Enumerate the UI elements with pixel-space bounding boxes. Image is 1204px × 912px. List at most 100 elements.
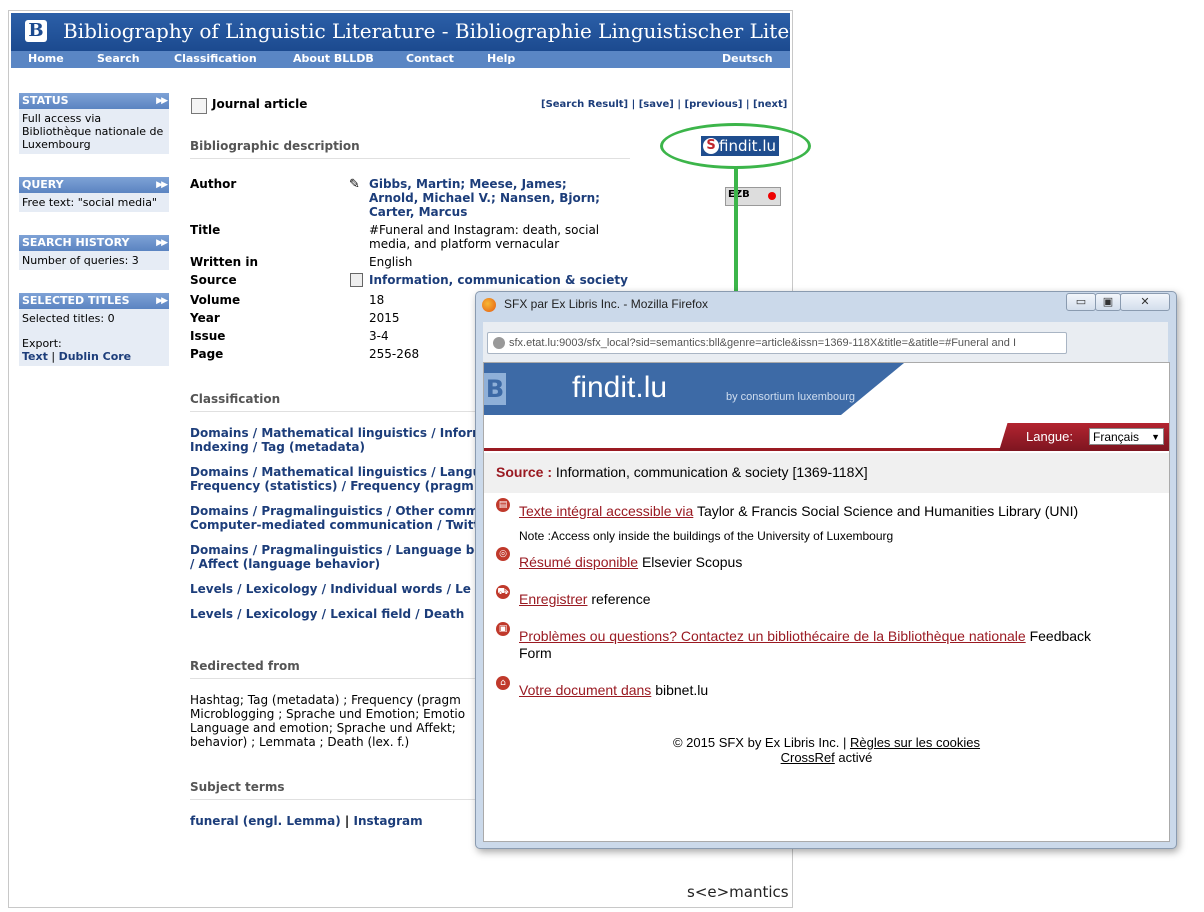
- selected-box: SELECTED TITLES ▶▶ Selected titles: 0 Exp…: [19, 293, 169, 366]
- fulltext-item: Texte intégral accessible via Taylor & F…: [519, 503, 1079, 519]
- volume-value: 18: [369, 293, 385, 307]
- site-title: Bibliography of Linguistic Literature - …: [63, 19, 793, 43]
- library-icon: ⌂: [496, 676, 510, 690]
- connector-line: [734, 168, 738, 296]
- subject-instagram[interactable]: Instagram: [354, 814, 423, 828]
- section-classification: Classification: [190, 392, 281, 406]
- author-value[interactable]: Gibbs, Martin; Meese, James; Arnold, Mic…: [369, 177, 619, 219]
- status-box: STATUS ▶▶ Full access via Bibliothèque na…: [19, 93, 169, 154]
- classification-item[interactable]: Domains / Mathematical linguistics / Lan…: [190, 465, 481, 493]
- nav-language[interactable]: Deutsch: [722, 52, 773, 65]
- section-bibliographic: Bibliographic description: [190, 139, 360, 153]
- page-value: 255-268: [369, 347, 420, 361]
- issue-value: 3-4: [369, 329, 389, 343]
- classification-item[interactable]: Domains / Pragmalinguistics / Language b…: [190, 543, 483, 571]
- previous-link[interactable]: [previous]: [685, 99, 743, 110]
- source-value[interactable]: Information, communication & society: [369, 273, 628, 287]
- page-label: Page: [190, 347, 224, 361]
- nav-search[interactable]: Search: [97, 52, 140, 65]
- nav-about[interactable]: About BLLDB: [293, 52, 374, 65]
- abstract-link[interactable]: Résumé disponible: [519, 554, 638, 570]
- pen-icon: ✎: [349, 177, 360, 192]
- redirect-text: Hashtag; Tag (metadata) ; Frequency (pra…: [190, 693, 466, 749]
- language-value: English: [369, 255, 413, 269]
- globe-icon: [493, 337, 505, 350]
- history-text: Number of queries: 3: [22, 254, 139, 267]
- bibnet-link[interactable]: Votre document dans: [519, 682, 651, 698]
- subject-funeral[interactable]: funeral (engl. Lemma): [190, 814, 341, 828]
- cart-icon: ⛟: [496, 585, 510, 599]
- bibnet-item: Votre document dans bibnet.lu: [519, 682, 709, 698]
- export-text-link[interactable]: Text: [22, 350, 48, 363]
- fulltext-icon: ▤: [496, 498, 510, 512]
- semantics-logo: s<e>mantics: [687, 883, 789, 901]
- close-button[interactable]: ✕: [1120, 293, 1170, 311]
- source-value: Information, communication & society [13…: [555, 464, 868, 480]
- source-label: Source :: [496, 464, 553, 480]
- export-label: Export:: [22, 337, 62, 350]
- source-label: Source: [190, 273, 237, 287]
- nav-contact[interactable]: Contact: [406, 52, 454, 65]
- query-box: QUERY ▶▶ Free text: "social media": [19, 177, 169, 212]
- history-title: SEARCH HISTORY: [22, 236, 130, 249]
- feedback-icon: ▣: [496, 622, 510, 636]
- findit-b-logo: B: [484, 373, 506, 405]
- classification-item[interactable]: Levels / Lexicology / Lexical field / De…: [190, 607, 464, 621]
- sfx-footer: © 2015 SFX by Ex Libris Inc. | Règles su…: [672, 735, 981, 765]
- feedback-item: Problèmes ou questions? Contactez un bib…: [519, 628, 1092, 644]
- language-label: Written in: [190, 255, 259, 269]
- volume-label: Volume: [190, 293, 241, 307]
- selected-count: Selected titles: 0: [22, 312, 115, 325]
- save-link[interactable]: [save]: [639, 99, 674, 110]
- minimize-button[interactable]: ▭: [1066, 293, 1096, 311]
- history-box: SEARCH HISTORY ▶▶ Number of queries: 3: [19, 235, 169, 270]
- abstract-item: Résumé disponible Elsevier Scopus: [519, 554, 743, 570]
- query-text: Free text: "social media": [22, 196, 157, 209]
- search-result-link[interactable]: [Search Result]: [541, 99, 628, 110]
- section-subject: Subject terms: [190, 780, 285, 794]
- issue-label: Issue: [190, 329, 226, 343]
- nav-classification[interactable]: Classification: [174, 52, 257, 65]
- language-select[interactable]: Français ▼: [1089, 428, 1164, 445]
- consortium-text: by consortium luxembourg: [726, 391, 856, 403]
- chevron-right-icon[interactable]: ▶▶: [156, 235, 168, 251]
- classification-item[interactable]: Domains / Pragmalinguistics / Other comm…: [190, 504, 479, 532]
- chevron-down-icon: ▼: [1151, 432, 1160, 442]
- status-text: Full access via Bibliothèque nationale d…: [22, 112, 164, 151]
- url-bar[interactable]: sfx.etat.lu:9003/sfx_local?sid=semantics…: [487, 332, 1067, 354]
- findit-title: findit.lu: [572, 371, 668, 404]
- fulltext-link[interactable]: Texte intégral accessible via: [519, 503, 693, 519]
- feedback-form-word: Form: [519, 645, 552, 661]
- nav-help[interactable]: Help: [487, 52, 515, 65]
- maximize-button[interactable]: ▣: [1095, 293, 1121, 311]
- chevron-right-icon[interactable]: ▶▶: [156, 293, 168, 309]
- chevron-right-icon[interactable]: ▶▶: [156, 93, 168, 109]
- firefox-icon: [482, 298, 496, 312]
- window-title: SFX par Ex Libris Inc. - Mozilla Firefox: [504, 297, 709, 311]
- classification-item[interactable]: Domains / Mathematical linguistics / Inf…: [190, 426, 485, 454]
- save-item: Enregistrer reference: [519, 591, 651, 607]
- abstract-icon: ◎: [496, 547, 510, 561]
- nav-home[interactable]: Home: [28, 52, 64, 65]
- title-label: Title: [190, 223, 221, 237]
- record-type: Journal article: [212, 97, 308, 111]
- export-dublincore-link[interactable]: Dublin Core: [59, 350, 132, 363]
- language-label: Langue:: [1026, 429, 1073, 444]
- next-link[interactable]: [next]: [753, 99, 787, 110]
- ezb-status-icon: [768, 192, 776, 200]
- chevron-right-icon[interactable]: ▶▶: [156, 177, 168, 193]
- classification-item[interactable]: Levels / Lexicology / Individual words /…: [190, 582, 471, 596]
- sfx-content: B findit.lu by consortium luxembourg Lan…: [483, 362, 1170, 842]
- url-text: sfx.etat.lu:9003/sfx_local?sid=semantics…: [509, 337, 1017, 349]
- feedback-link[interactable]: Problèmes ou questions? Contactez un bib…: [519, 628, 1026, 644]
- author-label: Author: [190, 177, 237, 191]
- journal-icon: [350, 273, 363, 287]
- firefox-window: SFX par Ex Libris Inc. - Mozilla Firefox…: [475, 291, 1177, 849]
- crossref-link[interactable]: CrossRef: [781, 750, 835, 765]
- section-redirected: Redirected from: [190, 659, 300, 673]
- nav-bar: Home Search Classification About BLLDB C…: [11, 51, 790, 68]
- bll-logo: B: [25, 20, 47, 42]
- cookie-rules-link[interactable]: Règles sur les cookies: [850, 735, 980, 750]
- save-link[interactable]: Enregistrer: [519, 591, 587, 607]
- record-nav: [Search Result] | [save] | [previous] | …: [541, 99, 788, 110]
